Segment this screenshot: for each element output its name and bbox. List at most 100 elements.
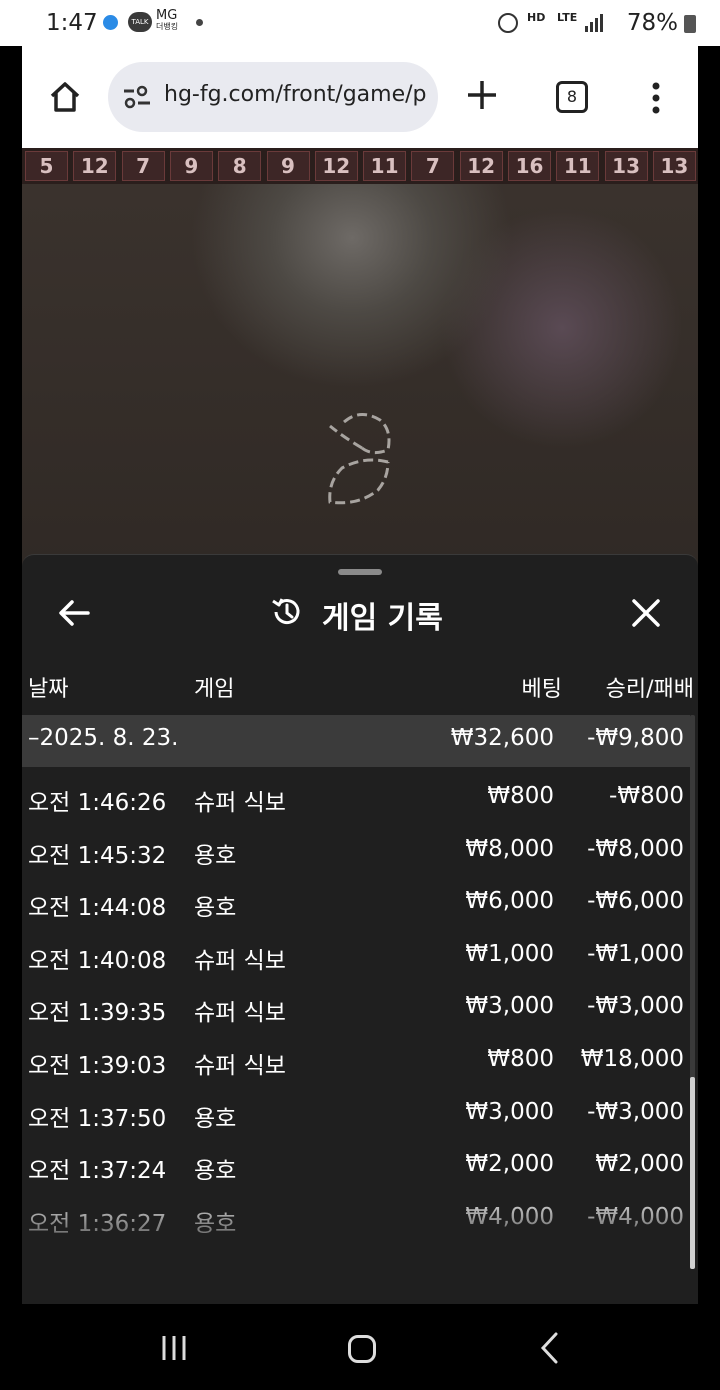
- row-win-loss: ₩2,000: [595, 1151, 684, 1178]
- row-time: 오전 1:45:32: [28, 842, 167, 869]
- tab-switcher-icon[interactable]: 8: [556, 81, 588, 113]
- address-bar[interactable]: hg-fg.com/front/game/pla: [108, 62, 438, 132]
- site-settings-icon[interactable]: [122, 84, 152, 110]
- game-history-panel: 게임 기록 날짜 게임 베팅 승리/패배 –2025. 8. 23. ₩32,6…: [22, 554, 698, 1304]
- history-row[interactable]: 오전 1:44:08 용호 ₩6,000 -₩6,000: [22, 872, 690, 924]
- row-game: 슈퍼 식보: [194, 947, 286, 974]
- row-bet: ₩8,000: [465, 835, 554, 862]
- group-date: –2025. 8. 23.: [28, 725, 179, 751]
- close-icon[interactable]: [630, 597, 662, 629]
- history-row[interactable]: 오전 1:36:27 용호 ₩4,000 -₩4,000: [22, 1188, 690, 1240]
- row-time: 오전 1:40:08: [28, 947, 167, 974]
- battery-percent: 78%: [626, 10, 678, 36]
- row-time: 오전 1:39:03: [28, 1053, 167, 1079]
- group-bet-total: ₩32,600: [450, 725, 554, 751]
- date-group-row[interactable]: –2025. 8. 23. ₩32,600 -₩9,800: [22, 715, 690, 767]
- row-game: 슈퍼 식보: [194, 1000, 286, 1027]
- history-row[interactable]: 오전 1:40:08 슈퍼 식보 ₩1,000 -₩1,000: [22, 925, 690, 977]
- history-row[interactable]: 오전 1:45:32 용호 ₩8,000 -₩8,000: [22, 820, 690, 872]
- scrollbar-thumb[interactable]: [690, 1077, 695, 1269]
- panel-title: 게임 기록: [322, 601, 443, 636]
- status-bar: 1:47 TALK MG 더뱅킹 HD LTE 78%: [0, 0, 720, 46]
- row-game: 용호: [194, 1158, 237, 1185]
- column-header-win-loss: 승리/패배: [605, 677, 694, 702]
- row-win-loss: -₩4,000: [587, 1203, 684, 1230]
- row-bet: ₩800: [487, 1046, 554, 1072]
- roadmap-cell: 12: [459, 151, 503, 181]
- home-icon[interactable]: [48, 80, 82, 114]
- roadmap-cell: 12: [314, 151, 358, 181]
- history-row[interactable]: 오전 1:46:26 슈퍼 식보 ₩800 -₩800: [22, 767, 690, 819]
- new-tab-icon[interactable]: [466, 79, 498, 111]
- row-bet: ₩1,000: [465, 940, 554, 967]
- back-arrow-icon[interactable]: [56, 597, 92, 629]
- roadmap-cell: 13: [652, 151, 696, 181]
- more-notifications-dot: [196, 19, 203, 26]
- history-row[interactable]: 오전 1:39:03 슈퍼 식보 ₩800 ₩18,000: [22, 1030, 690, 1082]
- column-header-bet: 베팅: [521, 677, 562, 702]
- loading-spinner-icon: [328, 413, 391, 505]
- row-bet: ₩4,000: [465, 1203, 554, 1230]
- row-time: 오전 1:37:50: [28, 1105, 167, 1132]
- battery-icon: [684, 15, 696, 33]
- url-text: hg-fg.com/front/game/pla: [164, 82, 426, 107]
- talk-icon: TALK: [128, 12, 152, 32]
- roadmap-cell: 11: [556, 151, 600, 181]
- home-button-icon[interactable]: [348, 1335, 376, 1363]
- roadmap-cell: 9: [266, 151, 310, 181]
- mg-sub-label: 더뱅킹: [156, 22, 179, 31]
- mg-notification-icon: MG 더뱅킹: [156, 9, 178, 31]
- mg-label: MG: [156, 8, 178, 23]
- roadmap-cell: 11: [363, 151, 407, 181]
- row-game: 용호: [194, 895, 237, 922]
- history-row[interactable]: 오전 1:37:24 용호 ₩2,000 ₩2,000: [22, 1135, 690, 1187]
- roadmap-cell: 9: [169, 151, 213, 181]
- row-win-loss: -₩8,000: [587, 835, 684, 862]
- row-time: 오전 1:39:35: [28, 1000, 167, 1027]
- roadmap-cell: 7: [411, 151, 455, 181]
- row-time: 오전 1:36:27: [28, 1210, 167, 1237]
- drag-handle[interactable]: [338, 569, 382, 575]
- status-time: 1:47: [46, 10, 98, 36]
- row-win-loss: ₩18,000: [580, 1046, 684, 1072]
- roadmap-cell: 5: [25, 151, 68, 181]
- history-list[interactable]: 오전 1:46:26 슈퍼 식보 ₩800 -₩800 오전 1:45:32 용호 ₩8,0…: [22, 767, 690, 1267]
- column-header-game: 게임: [194, 677, 235, 702]
- row-bet: ₩3,000: [465, 1098, 554, 1125]
- row-game: 슈퍼 식보: [194, 790, 286, 816]
- history-icon: [272, 598, 300, 625]
- row-time: 오전 1:46:26: [28, 790, 167, 816]
- row-win-loss: -₩3,000: [587, 993, 684, 1020]
- system-nav-bar: [0, 1304, 720, 1390]
- row-win-loss: -₩1,000: [587, 940, 684, 967]
- row-time: 오전 1:37:24: [28, 1158, 167, 1185]
- roadmap-cell: 13: [604, 151, 648, 181]
- history-row[interactable]: 오전 1:37:50 용호 ₩3,000 -₩3,000: [22, 1083, 690, 1135]
- row-game: 용호: [194, 1210, 237, 1237]
- roadmap-cell: 8: [218, 151, 262, 181]
- recent-apps-icon[interactable]: [160, 1334, 188, 1362]
- row-bet: ₩6,000: [465, 888, 554, 915]
- column-header-date: 날짜: [28, 677, 69, 702]
- more-menu-icon[interactable]: [652, 82, 660, 114]
- roadmap-cell: 7: [121, 151, 165, 181]
- row-win-loss: -₩800: [609, 783, 684, 809]
- row-bet: ₩3,000: [465, 993, 554, 1020]
- lte-icon: LTE: [557, 11, 578, 24]
- row-win-loss: -₩6,000: [587, 888, 684, 915]
- group-win-loss-total: -₩9,800: [587, 725, 684, 751]
- browser-toolbar: hg-fg.com/front/game/pla 8: [22, 46, 698, 148]
- history-row[interactable]: 오전 1:39:35 슈퍼 식보 ₩3,000 -₩3,000: [22, 977, 690, 1029]
- row-bet: ₩800: [487, 783, 554, 809]
- row-win-loss: -₩3,000: [587, 1098, 684, 1125]
- row-game: 슈퍼 식보: [194, 1053, 286, 1079]
- roadmap-cell: 16: [508, 151, 551, 181]
- row-bet: ₩2,000: [465, 1151, 554, 1178]
- hd-voice-icon: HD: [527, 11, 546, 24]
- alarm-icon: [498, 13, 518, 33]
- back-button-icon[interactable]: [540, 1332, 560, 1364]
- roadmap-cell: 12: [73, 151, 117, 181]
- signal-icon: [585, 14, 603, 32]
- result-roadmap: 5 12 7 9 8 9 12 11 7 12 16 11 13 13: [22, 148, 698, 184]
- row-game: 용호: [194, 1105, 237, 1132]
